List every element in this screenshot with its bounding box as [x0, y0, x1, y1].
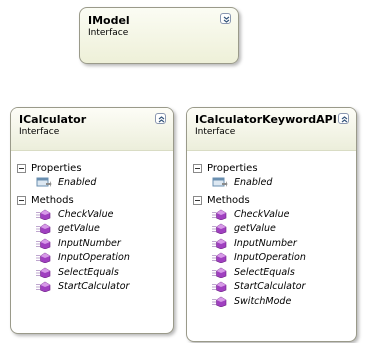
member-label: StartCalculator — [234, 281, 306, 292]
imodel-shape[interactable]: IModel Interface — [79, 7, 239, 64]
section-label: Properties — [207, 163, 258, 174]
icalculator-header: ICalculator Interface — [11, 108, 173, 151]
method-item[interactable]: InputNumber — [187, 237, 356, 252]
property-icon — [36, 177, 52, 194]
method-icon — [36, 281, 52, 298]
minus-icon[interactable] — [17, 195, 26, 205]
icalculator-body: Properties Enabled Methods CheckValue getVal… — [11, 161, 173, 295]
member-label: InputOperation — [58, 252, 130, 263]
chevron-up-double-icon — [341, 116, 348, 123]
method-item[interactable]: getValue — [11, 222, 173, 237]
expand-toggle[interactable] — [220, 13, 231, 24]
property-item[interactable]: Enabled — [187, 176, 356, 191]
section-header-1[interactable]: Methods — [187, 193, 356, 208]
chevron-down-double-icon — [223, 16, 230, 23]
member-label: InputOperation — [234, 252, 306, 263]
method-item[interactable]: SwitchMode — [187, 295, 356, 310]
method-item[interactable]: InputNumber — [11, 237, 173, 252]
section-label: Methods — [207, 194, 250, 206]
method-item[interactable]: SelectEquals — [187, 266, 356, 281]
stereotype-label: Interface — [195, 127, 236, 137]
collapse-toggle[interactable] — [338, 113, 349, 124]
collapse-toggle[interactable] — [155, 113, 166, 124]
minus-icon[interactable] — [17, 164, 26, 173]
method-item[interactable]: InputOperation — [187, 251, 356, 266]
method-item[interactable]: InputOperation — [11, 251, 173, 266]
section-label: Methods — [31, 194, 74, 206]
icalculatorkeywordapi-header: ICalculatorKeywordAPI Interface — [187, 108, 356, 151]
member-label: getValue — [234, 223, 276, 234]
section-label: Properties — [31, 163, 82, 174]
imodel-header: IModel Interface — [80, 8, 238, 63]
stereotype-label: Interface — [19, 127, 60, 137]
member-label: CheckValue — [234, 208, 290, 220]
section-header-0[interactable]: Properties — [11, 161, 173, 176]
member-label: CheckValue — [58, 208, 114, 220]
stereotype-label: Interface — [88, 28, 129, 38]
icalculatorkeywordapi-body: Properties Enabled Methods CheckValue getVal… — [187, 161, 356, 309]
property-icon — [212, 177, 228, 194]
minus-icon[interactable] — [193, 164, 202, 173]
chevron-up-double-icon — [158, 116, 165, 123]
method-icon — [212, 296, 228, 313]
member-label: Enabled — [58, 177, 97, 188]
member-label: InputNumber — [58, 237, 121, 249]
member-label: SelectEquals — [234, 266, 295, 278]
method-item[interactable]: getValue — [187, 222, 356, 237]
class-title: ICalculator — [19, 113, 87, 126]
section-header-1[interactable]: Methods — [11, 193, 173, 208]
class-title: IModel — [88, 14, 130, 27]
member-label: SelectEquals — [58, 266, 119, 278]
member-label: SwitchMode — [234, 295, 292, 307]
method-item[interactable]: CheckValue — [11, 208, 173, 223]
member-label: getValue — [58, 223, 100, 234]
method-item[interactable]: CheckValue — [187, 208, 356, 223]
icalculator-shape[interactable]: ICalculator Interface Properties Enabled M… — [10, 107, 174, 334]
member-label: InputNumber — [234, 237, 297, 249]
method-item[interactable]: StartCalculator — [187, 280, 356, 295]
minus-icon[interactable] — [193, 195, 202, 205]
section-header-0[interactable]: Properties — [187, 161, 356, 176]
icalculatorkeywordapi-shape[interactable]: ICalculatorKeywordAPI Interface Properti… — [186, 107, 357, 342]
member-label: StartCalculator — [58, 281, 130, 292]
class-title: ICalculatorKeywordAPI — [195, 113, 337, 126]
property-item[interactable]: Enabled — [11, 176, 173, 191]
method-item[interactable]: StartCalculator — [11, 280, 173, 295]
member-label: Enabled — [234, 177, 273, 188]
method-item[interactable]: SelectEquals — [11, 266, 173, 281]
